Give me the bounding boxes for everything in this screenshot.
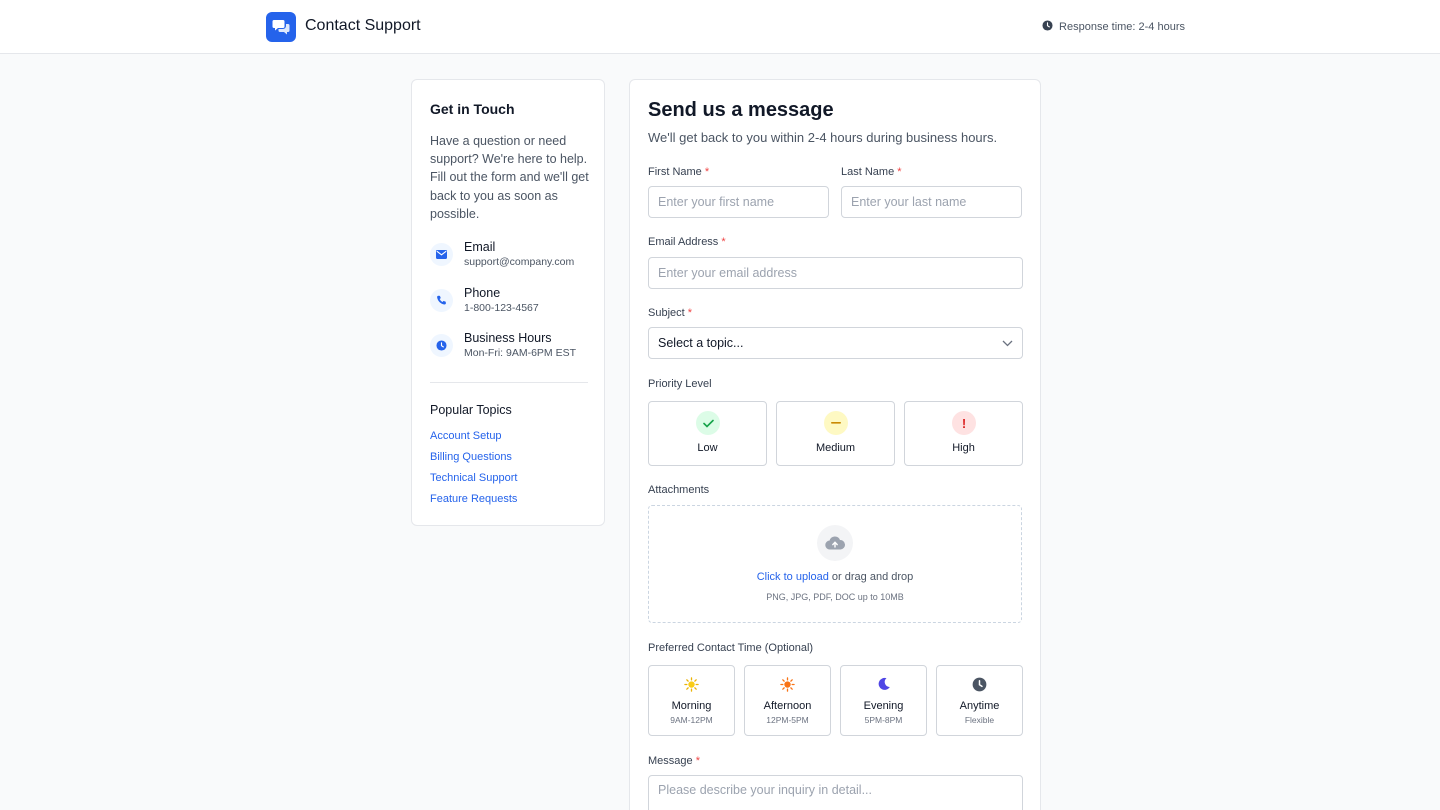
- morning-label: Morning: [671, 700, 712, 712]
- priority-option-medium[interactable]: Medium: [776, 401, 895, 466]
- file-type-hint: PNG, JPG, PDF, DOC up to 10MB: [766, 592, 904, 602]
- cloud-upload-icon: [817, 525, 853, 561]
- first-name-label-text: First Name: [648, 166, 702, 178]
- attachments-label: Attachments: [648, 484, 710, 496]
- contact-email: Email support@company.com: [430, 240, 574, 268]
- required-marker: *: [695, 755, 700, 767]
- email-input[interactable]: [648, 257, 1023, 289]
- priority-option-high[interactable]: ! High: [904, 401, 1023, 466]
- contact-time-evening[interactable]: Evening 5PM-8PM: [840, 665, 927, 736]
- message-label-text: Message: [648, 755, 693, 767]
- contact-phone: Phone 1-800-123-4567: [430, 286, 539, 314]
- required-marker: *: [721, 236, 726, 248]
- sidebar-intro: Have a question or need support? We're h…: [430, 134, 589, 221]
- contact-form-card: Send us a message We'll get back to you …: [629, 79, 1041, 810]
- contact-email-label: Email: [464, 240, 496, 254]
- last-name-input[interactable]: [841, 186, 1022, 218]
- contact-time-afternoon[interactable]: Afternoon 12PM-5PM: [744, 665, 831, 736]
- evening-label: Evening: [863, 700, 904, 712]
- message-label: Message *: [648, 755, 700, 767]
- first-name-label: First Name *: [648, 166, 709, 178]
- sidebar-title: Get in Touch: [430, 101, 515, 117]
- priority-label: Priority Level: [648, 378, 712, 390]
- contact-phone-label: Phone: [464, 286, 501, 300]
- priority-low-label: Low: [697, 442, 718, 454]
- topic-link-account-setup[interactable]: Account Setup: [430, 430, 502, 442]
- upload-link[interactable]: Click to upload: [757, 571, 829, 583]
- subject-label: Subject *: [648, 307, 692, 319]
- sidebar-divider: [430, 382, 588, 383]
- moon-icon: [841, 677, 926, 691]
- subject-selected-value: Select a topic...: [658, 336, 744, 350]
- contact-hours-label: Business Hours: [464, 331, 552, 345]
- chevron-down-icon: [1002, 336, 1013, 350]
- morning-hours: 9AM-12PM: [670, 715, 713, 725]
- contact-hours: Business Hours Mon-Fri: 9AM-6PM EST: [430, 331, 576, 359]
- last-name-label: Last Name *: [841, 166, 902, 178]
- file-drop-zone[interactable]: Click to upload or drag and drop PNG, JP…: [648, 505, 1022, 623]
- clock-icon: [937, 677, 1022, 692]
- sun-icon: [649, 677, 734, 692]
- sidebar-card: Get in Touch Have a question or need sup…: [411, 79, 605, 526]
- contact-time-label: Preferred Contact Time (Optional): [648, 642, 814, 654]
- contact-phone-value[interactable]: 1-800-123-4567: [464, 302, 539, 314]
- contact-time-anytime[interactable]: Anytime Flexible: [936, 665, 1023, 736]
- top-bar: Contact Support Response time: 2-4 hours: [0, 0, 1440, 54]
- response-time: Response time: 2-4 hours: [1042, 20, 1185, 34]
- form-title: Send us a message: [648, 99, 834, 121]
- topic-link-billing-questions[interactable]: Billing Questions: [430, 451, 512, 463]
- contact-time-morning[interactable]: Morning 9AM-12PM: [648, 665, 735, 736]
- first-name-input[interactable]: [648, 186, 829, 218]
- email-label-text: Email Address: [648, 236, 719, 248]
- exclamation-icon: !: [952, 411, 976, 435]
- minus-icon: [824, 411, 848, 435]
- last-name-label-text: Last Name: [841, 166, 895, 178]
- priority-high-label: High: [952, 442, 975, 454]
- message-textarea[interactable]: [648, 775, 1023, 810]
- anytime-hours: Flexible: [964, 715, 995, 725]
- subject-label-text: Subject: [648, 307, 685, 319]
- envelope-icon: [430, 243, 453, 266]
- topic-link-feature-requests[interactable]: Feature Requests: [430, 493, 517, 505]
- priority-medium-label: Medium: [815, 442, 856, 454]
- afternoon-hours: 12PM-5PM: [766, 715, 809, 725]
- email-label: Email Address *: [648, 236, 726, 248]
- drop-text: or drag and drop: [828, 571, 914, 583]
- evening-hours: 5PM-8PM: [864, 715, 903, 725]
- priority-option-low[interactable]: Low: [648, 401, 767, 466]
- app-title: Contact Support: [305, 17, 421, 34]
- phone-icon: [430, 289, 453, 312]
- check-icon: [696, 411, 720, 435]
- required-marker: *: [687, 307, 693, 319]
- drop-instructions: Click to upload or drag and drop: [649, 571, 1021, 583]
- required-marker: *: [897, 166, 902, 178]
- sun-bright-icon: [745, 677, 830, 692]
- subject-select[interactable]: Select a topic...: [648, 327, 1023, 359]
- chat-bubbles-icon: [266, 12, 296, 42]
- contact-email-value[interactable]: support@company.com: [464, 256, 574, 268]
- required-marker: *: [704, 166, 710, 178]
- clock-icon: [430, 334, 453, 357]
- topic-link-technical-support[interactable]: Technical Support: [430, 472, 517, 484]
- anytime-label: Anytime: [959, 700, 1000, 712]
- topics-title: Popular Topics: [430, 403, 512, 417]
- response-time-text: Response time: 2-4 hours: [1059, 21, 1185, 33]
- form-subtitle: We'll get back to you within 2-4 hours d…: [648, 130, 998, 145]
- contact-hours-value: Mon-Fri: 9AM-6PM EST: [464, 347, 577, 359]
- afternoon-label: Afternoon: [763, 700, 812, 712]
- clock-icon: [1042, 20, 1053, 34]
